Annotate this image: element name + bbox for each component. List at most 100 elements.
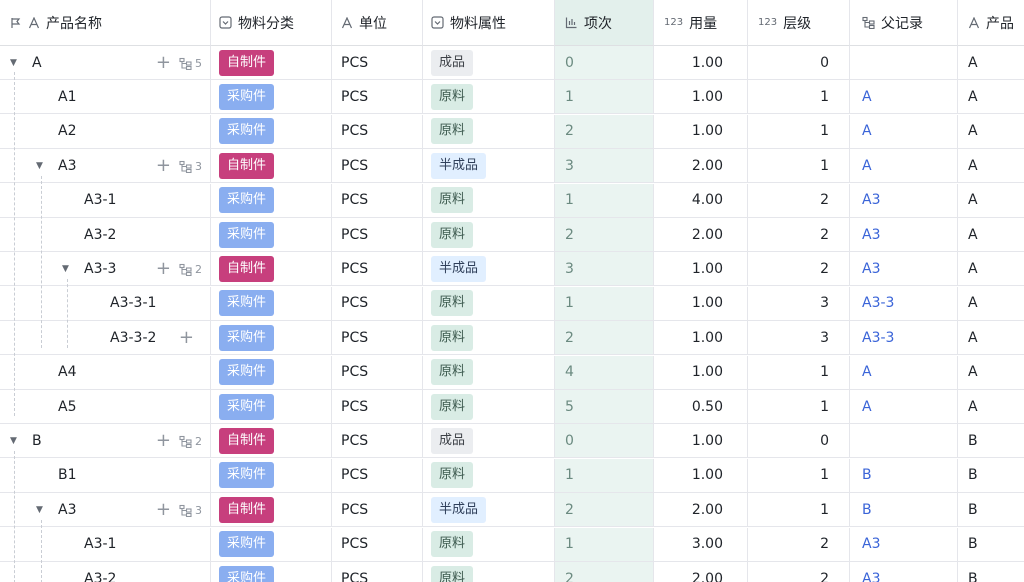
cell-unit[interactable]: PCS (332, 562, 423, 582)
cell-qty[interactable]: 4.00 (654, 183, 748, 218)
cell-qty[interactable]: 1.00 (654, 252, 748, 287)
col-header-qty[interactable]: 123 用量 (654, 0, 748, 46)
col-header-product[interactable]: 产品 (958, 0, 1024, 46)
cell-attr[interactable]: 原料 (423, 321, 555, 356)
add-child-icon[interactable]: + (156, 501, 171, 519)
child-count[interactable]: 2 (179, 435, 202, 448)
cell-category[interactable]: 自制件 (211, 493, 332, 528)
cell-unit[interactable]: PCS (332, 527, 423, 562)
cell-attr[interactable]: 原料 (423, 527, 555, 562)
cell-qty[interactable]: 2.00 (654, 149, 748, 184)
parent-link[interactable]: B (862, 502, 872, 518)
cell-product[interactable]: A (958, 321, 1024, 356)
cell-seq[interactable]: 5 (555, 390, 654, 424)
cell-level[interactable]: 3 (748, 321, 850, 356)
table-row[interactable]: A3-1 采购件 PCS 原料 1 3.00 2 A3 B (0, 527, 1024, 562)
cell-level[interactable]: 2 (748, 218, 850, 252)
col-header-attr[interactable]: 物料属性 (423, 0, 555, 46)
cell-name[interactable]: A3-2 (0, 218, 211, 252)
add-child-icon[interactable]: + (156, 54, 171, 72)
table-row[interactable]: A5 采购件 PCS 原料 5 0.50 1 A A (0, 390, 1024, 424)
add-child-icon[interactable]: + (179, 329, 194, 347)
parent-link[interactable]: A3-3 (862, 330, 894, 346)
cell-seq[interactable]: 3 (555, 149, 654, 184)
cell-name[interactable]: B1 (0, 458, 211, 493)
cell-seq[interactable]: 1 (555, 80, 654, 115)
cell-product[interactable]: B (958, 459, 1024, 493)
cell-unit[interactable]: PCS (332, 46, 423, 80)
cell-level[interactable]: 1 (748, 80, 850, 115)
cell-qty[interactable]: 1.00 (654, 355, 748, 390)
parent-link[interactable]: A (862, 89, 872, 105)
cell-level[interactable]: 2 (748, 527, 850, 562)
child-count[interactable]: 2 (179, 263, 202, 276)
cell-seq[interactable]: 2 (555, 562, 654, 582)
cell-parent[interactable] (850, 46, 958, 80)
parent-link[interactable]: A (862, 364, 872, 380)
cell-name[interactable]: A3-1 (0, 527, 211, 562)
col-header-parent[interactable]: 父记录 (850, 0, 958, 46)
cell-product[interactable]: A (958, 218, 1024, 252)
cell-parent[interactable]: B (850, 458, 958, 493)
table-row[interactable]: ▼ A3 +3 自制件 PCS 半成品 3 2.00 1 A A (0, 149, 1024, 184)
cell-parent[interactable]: A3 (850, 527, 958, 562)
cell-category[interactable]: 采购件 (211, 355, 332, 390)
cell-parent[interactable]: A (850, 390, 958, 424)
cell-attr[interactable]: 成品 (423, 424, 555, 459)
cell-category[interactable]: 采购件 (211, 527, 332, 562)
cell-seq[interactable]: 4 (555, 355, 654, 390)
cell-name[interactable]: A1 (0, 80, 211, 115)
cell-parent[interactable]: B (850, 493, 958, 528)
cell-seq[interactable]: 1 (555, 458, 654, 493)
table-row[interactable]: B1 采购件 PCS 原料 1 1.00 1 B B (0, 458, 1024, 493)
cell-unit[interactable]: PCS (332, 321, 423, 356)
expand-toggle-icon[interactable]: ▼ (62, 264, 74, 274)
cell-category[interactable]: 采购件 (211, 218, 332, 252)
cell-product[interactable]: A (958, 46, 1024, 80)
cell-product[interactable]: B (958, 493, 1024, 528)
cell-name[interactable]: A4 (0, 355, 211, 390)
cell-category[interactable]: 自制件 (211, 252, 332, 287)
cell-level[interactable]: 3 (748, 286, 850, 321)
cell-parent[interactable]: A3 (850, 252, 958, 287)
cell-name[interactable]: ▼ A3 +3 (0, 149, 211, 184)
cell-seq[interactable]: 2 (555, 218, 654, 252)
cell-attr[interactable]: 原料 (423, 80, 555, 115)
table-row[interactable]: ▼ A3 +3 自制件 PCS 半成品 2 2.00 1 B B (0, 493, 1024, 528)
cell-product[interactable]: A (958, 80, 1024, 115)
cell-seq[interactable]: 2 (555, 321, 654, 356)
parent-link[interactable]: A3 (862, 571, 880, 582)
expand-toggle-icon[interactable]: ▼ (10, 58, 22, 68)
cell-parent[interactable]: A3 (850, 562, 958, 582)
cell-category[interactable]: 采购件 (211, 562, 332, 582)
table-row[interactable]: A3-1 采购件 PCS 原料 1 4.00 2 A3 A (0, 183, 1024, 218)
cell-unit[interactable]: PCS (332, 355, 423, 390)
cell-level[interactable]: 1 (748, 458, 850, 493)
cell-unit[interactable]: PCS (332, 80, 423, 115)
cell-qty[interactable]: 1.00 (654, 80, 748, 115)
cell-category[interactable]: 自制件 (211, 46, 332, 80)
table-row[interactable]: A4 采购件 PCS 原料 4 1.00 1 A A (0, 355, 1024, 390)
cell-seq[interactable]: 1 (555, 183, 654, 218)
parent-link[interactable]: A (862, 158, 872, 174)
parent-link[interactable]: A (862, 399, 872, 415)
cell-qty[interactable]: 1.00 (654, 458, 748, 493)
cell-seq[interactable]: 1 (555, 527, 654, 562)
cell-qty[interactable]: 1.00 (654, 321, 748, 356)
cell-product[interactable]: B (958, 424, 1024, 459)
cell-product[interactable]: A (958, 287, 1024, 321)
cell-unit[interactable]: PCS (332, 424, 423, 459)
cell-level[interactable]: 2 (748, 252, 850, 287)
cell-name[interactable]: A3-1 (0, 183, 211, 218)
cell-attr[interactable]: 原料 (423, 114, 555, 149)
table-row[interactable]: A2 采购件 PCS 原料 2 1.00 1 A A (0, 114, 1024, 149)
cell-seq[interactable]: 2 (555, 493, 654, 528)
cell-name[interactable]: ▼ A3-3 +2 (0, 252, 211, 287)
expand-toggle-icon[interactable]: ▼ (36, 161, 48, 171)
cell-unit[interactable]: PCS (332, 183, 423, 218)
cell-attr[interactable]: 原料 (423, 562, 555, 582)
parent-link[interactable]: A (862, 123, 872, 139)
table-row[interactable]: A3-2 采购件 PCS 原料 2 2.00 2 A3 B (0, 562, 1024, 582)
table-row[interactable]: ▼ A +5 自制件 PCS 成品 0 1.00 0 A (0, 46, 1024, 80)
cell-product[interactable]: A (958, 115, 1024, 149)
